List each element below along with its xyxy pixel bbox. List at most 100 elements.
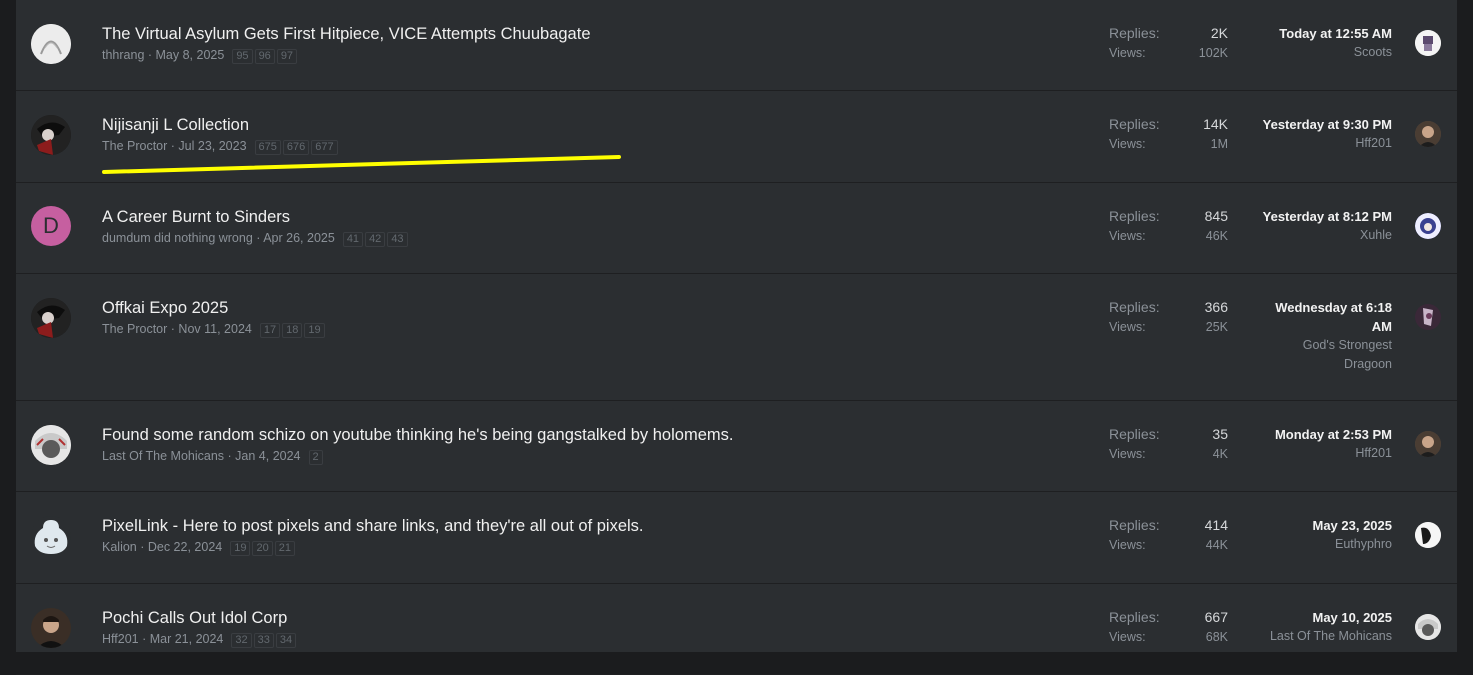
replies-label: Replies: [1109, 208, 1160, 224]
thread-row: Offkai Expo 2025 The Proctor · Nov 11, 2… [16, 274, 1457, 401]
page-link[interactable]: 34 [275, 633, 297, 648]
views-count: 1M [1210, 137, 1228, 151]
views-count: 44K [1205, 538, 1228, 552]
replies-count: 14K [1203, 116, 1228, 132]
last-post-user[interactable]: Xuhle [1242, 226, 1392, 245]
thread-meta: Last Of The Mohicans · Jan 4, 2024 2 [102, 449, 325, 465]
thread-row: Found some random schizo on youtube thin… [16, 401, 1457, 492]
thread-date[interactable]: Apr 26, 2025 [263, 231, 335, 245]
replies-label: Replies: [1109, 609, 1160, 625]
thread-date[interactable]: May 8, 2025 [156, 48, 225, 62]
chibi-character-icon [1415, 30, 1441, 56]
page-link[interactable]: 18 [282, 323, 303, 338]
last-poster-avatar[interactable] [1415, 304, 1441, 330]
page-link[interactable]: 2 [308, 450, 323, 465]
thread-date[interactable]: Dec 22, 2024 [148, 540, 222, 554]
page-link[interactable]: 42 [365, 232, 386, 247]
thread-date[interactable]: Nov 11, 2024 [178, 322, 251, 336]
thread-meta: Hff201 · Mar 21, 2024 32 33 34 [102, 632, 298, 648]
page-link[interactable]: 96 [254, 49, 275, 64]
dark-anime-avatar[interactable] [31, 298, 71, 338]
page-link[interactable]: 676 [282, 140, 310, 155]
man-portrait-icon [31, 608, 71, 648]
thread-title[interactable]: Found some random schizo on youtube thin… [102, 426, 733, 445]
thread-title[interactable]: Nijisanji L Collection [102, 116, 249, 135]
dragoon-icon [1415, 304, 1441, 330]
last-post-time[interactable]: May 23, 2025 [1242, 516, 1392, 535]
last-poster-avatar[interactable] [1415, 431, 1441, 457]
last-post-time[interactable]: Yesterday at 8:12 PM [1242, 207, 1392, 226]
last-poster-avatar[interactable] [1415, 121, 1441, 147]
thread-date[interactable]: Mar 21, 2024 [150, 632, 224, 646]
page-link[interactable]: 17 [259, 323, 281, 338]
thread-date[interactable]: Jul 23, 2023 [178, 139, 246, 153]
letter-avatar[interactable]: D [31, 206, 71, 246]
last-post-user[interactable]: Scoots [1242, 43, 1392, 62]
last-poster-avatar[interactable] [1415, 30, 1441, 56]
replies-label: Replies: [1109, 25, 1160, 41]
anime-girl-icon [1415, 614, 1441, 640]
man-portrait-avatar[interactable] [31, 608, 71, 648]
last-post-time[interactable]: Wednesday at 6:18 AM [1262, 298, 1392, 336]
thread-author[interactable]: dumdum did nothing wrong [102, 231, 253, 245]
replies-count: 366 [1204, 299, 1228, 315]
last-post-user[interactable]: God's Strongest Dragoon [1292, 336, 1392, 374]
last-post-user[interactable]: Hff201 [1242, 134, 1392, 153]
replies-count: 2K [1210, 25, 1228, 41]
replies-count: 35 [1212, 426, 1228, 442]
last-post-user[interactable]: Euthyphro [1242, 535, 1392, 554]
sketch-portrait-avatar[interactable] [31, 24, 71, 64]
thread-author[interactable]: The Proctor [102, 139, 167, 153]
last-post-time[interactable]: Today at 12:55 AM [1242, 24, 1392, 43]
thread-author[interactable]: The Proctor [102, 322, 167, 336]
dark-anime-avatar[interactable] [31, 115, 71, 155]
thread-date[interactable]: Jan 4, 2024 [235, 449, 300, 463]
last-post-time[interactable]: Yesterday at 9:30 PM [1242, 115, 1392, 134]
page-link[interactable]: 19 [304, 323, 325, 338]
replies-count: 845 [1204, 208, 1228, 224]
thread-row: Pochi Calls Out Idol Corp Hff201 · Mar 2… [16, 584, 1457, 675]
thread-title[interactable]: PixelLink - Here to post pixels and shar… [102, 517, 644, 536]
page-link[interactable]: 19 [230, 541, 251, 556]
thread-author[interactable]: thhrang [102, 48, 144, 62]
thread-author[interactable]: Hff201 [102, 632, 139, 646]
page-link[interactable]: 21 [274, 541, 295, 556]
page-link[interactable]: 97 [276, 49, 298, 64]
last-post-user[interactable]: Hff201 [1242, 444, 1392, 463]
last-poster-avatar[interactable] [1415, 522, 1441, 548]
blob-mascot-avatar[interactable] [31, 516, 71, 556]
thread-author[interactable]: Kalion [102, 540, 137, 554]
thread-title[interactable]: The Virtual Asylum Gets First Hitpiece, … [102, 25, 591, 44]
thread-meta: The Proctor · Jul 23, 2023 675 676 677 [102, 139, 340, 155]
thread-list: The Virtual Asylum Gets First Hitpiece, … [16, 0, 1457, 675]
page-link[interactable]: 677 [311, 140, 338, 155]
page-link[interactable]: 41 [342, 232, 364, 247]
last-post-user[interactable]: Last Of The Mohicans [1242, 627, 1392, 646]
thread-row: The Virtual Asylum Gets First Hitpiece, … [16, 0, 1457, 91]
replies-count: 414 [1204, 517, 1228, 533]
thread-title[interactable]: Pochi Calls Out Idol Corp [102, 609, 287, 628]
page-link[interactable]: 33 [253, 633, 274, 648]
thread-author[interactable]: Last Of The Mohicans [102, 449, 224, 463]
views-count: 102K [1198, 46, 1228, 60]
anime-girl-avatar[interactable] [31, 425, 71, 465]
page-link[interactable]: 43 [387, 232, 408, 247]
page-link[interactable]: 32 [231, 633, 252, 648]
dark-anime-icon [31, 115, 71, 155]
thread-meta: thhrang · May 8, 2025 95 96 97 [102, 48, 299, 64]
last-poster-avatar[interactable] [1415, 213, 1441, 239]
page-link[interactable]: 95 [232, 49, 253, 64]
last-post-time[interactable]: Monday at 2:53 PM [1242, 425, 1392, 444]
thread-title[interactable]: Offkai Expo 2025 [102, 299, 228, 318]
views-count: 4K [1212, 447, 1228, 461]
replies-label: Replies: [1109, 116, 1160, 132]
views-label: Views: [1109, 630, 1146, 644]
thread-title[interactable]: A Career Burnt to Sinders [102, 208, 290, 227]
page-link[interactable]: 20 [252, 541, 273, 556]
thread-row: PixelLink - Here to post pixels and shar… [16, 492, 1457, 584]
sketch-portrait-icon [31, 24, 71, 64]
last-post-time[interactable]: May 10, 2025 [1242, 608, 1392, 627]
views-label: Views: [1109, 538, 1146, 552]
last-poster-avatar[interactable] [1415, 614, 1441, 640]
page-link[interactable]: 675 [254, 140, 281, 155]
